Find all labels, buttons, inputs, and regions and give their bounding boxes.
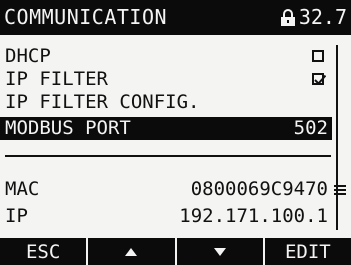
status-area: 32.7 [280, 0, 347, 35]
menu-item-label: IP FILTER CONFIG. [5, 91, 200, 113]
menu-item-label: DHCP [5, 45, 51, 67]
ip-value: 192.171.100.1 [179, 205, 328, 227]
divider [5, 155, 331, 157]
down-button[interactable] [177, 238, 265, 265]
edit-label: EDIT [284, 240, 331, 263]
mac-label: MAC [5, 178, 40, 200]
scrollbar-track[interactable] [336, 45, 338, 230]
scrollbar-grip-icon[interactable] [334, 181, 346, 195]
up-button[interactable] [88, 238, 177, 265]
status-value: 32.7 [298, 5, 347, 29]
edit-button[interactable]: EDIT [265, 238, 351, 265]
lock-icon [280, 8, 296, 27]
softkey-bar: ESC EDIT [0, 238, 351, 265]
menu-item-label: IP FILTER [5, 68, 108, 90]
modbus-port-value: 502 [293, 117, 328, 139]
menu-item-dhcp[interactable]: DHCP [0, 45, 332, 68]
menu-item-modbus-port[interactable]: MODBUS PORT 502 [0, 117, 332, 140]
menu-item-label: MODBUS PORT [5, 117, 131, 139]
title-bar: COMMUNICATION 32.7 [0, 0, 351, 35]
mac-row: MAC 0800069C9470 [0, 178, 332, 201]
menu-item-ip-filter-config[interactable]: IP FILTER CONFIG. [0, 91, 332, 114]
ip-label: IP [5, 205, 28, 227]
page-title: COMMUNICATION [4, 5, 168, 29]
arrow-down-icon [213, 247, 226, 256]
esc-label: ESC [25, 240, 61, 263]
arrow-up-icon [125, 247, 138, 256]
menu-item-ip-filter[interactable]: IP FILTER [0, 68, 332, 91]
dhcp-checkbox[interactable] [312, 50, 324, 62]
ip-row: IP 192.171.100.1 [0, 205, 332, 228]
ip-filter-checkbox[interactable] [312, 73, 326, 85]
mac-value: 0800069C9470 [190, 178, 328, 200]
esc-button[interactable]: ESC [0, 238, 89, 265]
device-screen: COMMUNICATION 32.7 DHCP IP FILTER IP FIL… [0, 0, 351, 265]
